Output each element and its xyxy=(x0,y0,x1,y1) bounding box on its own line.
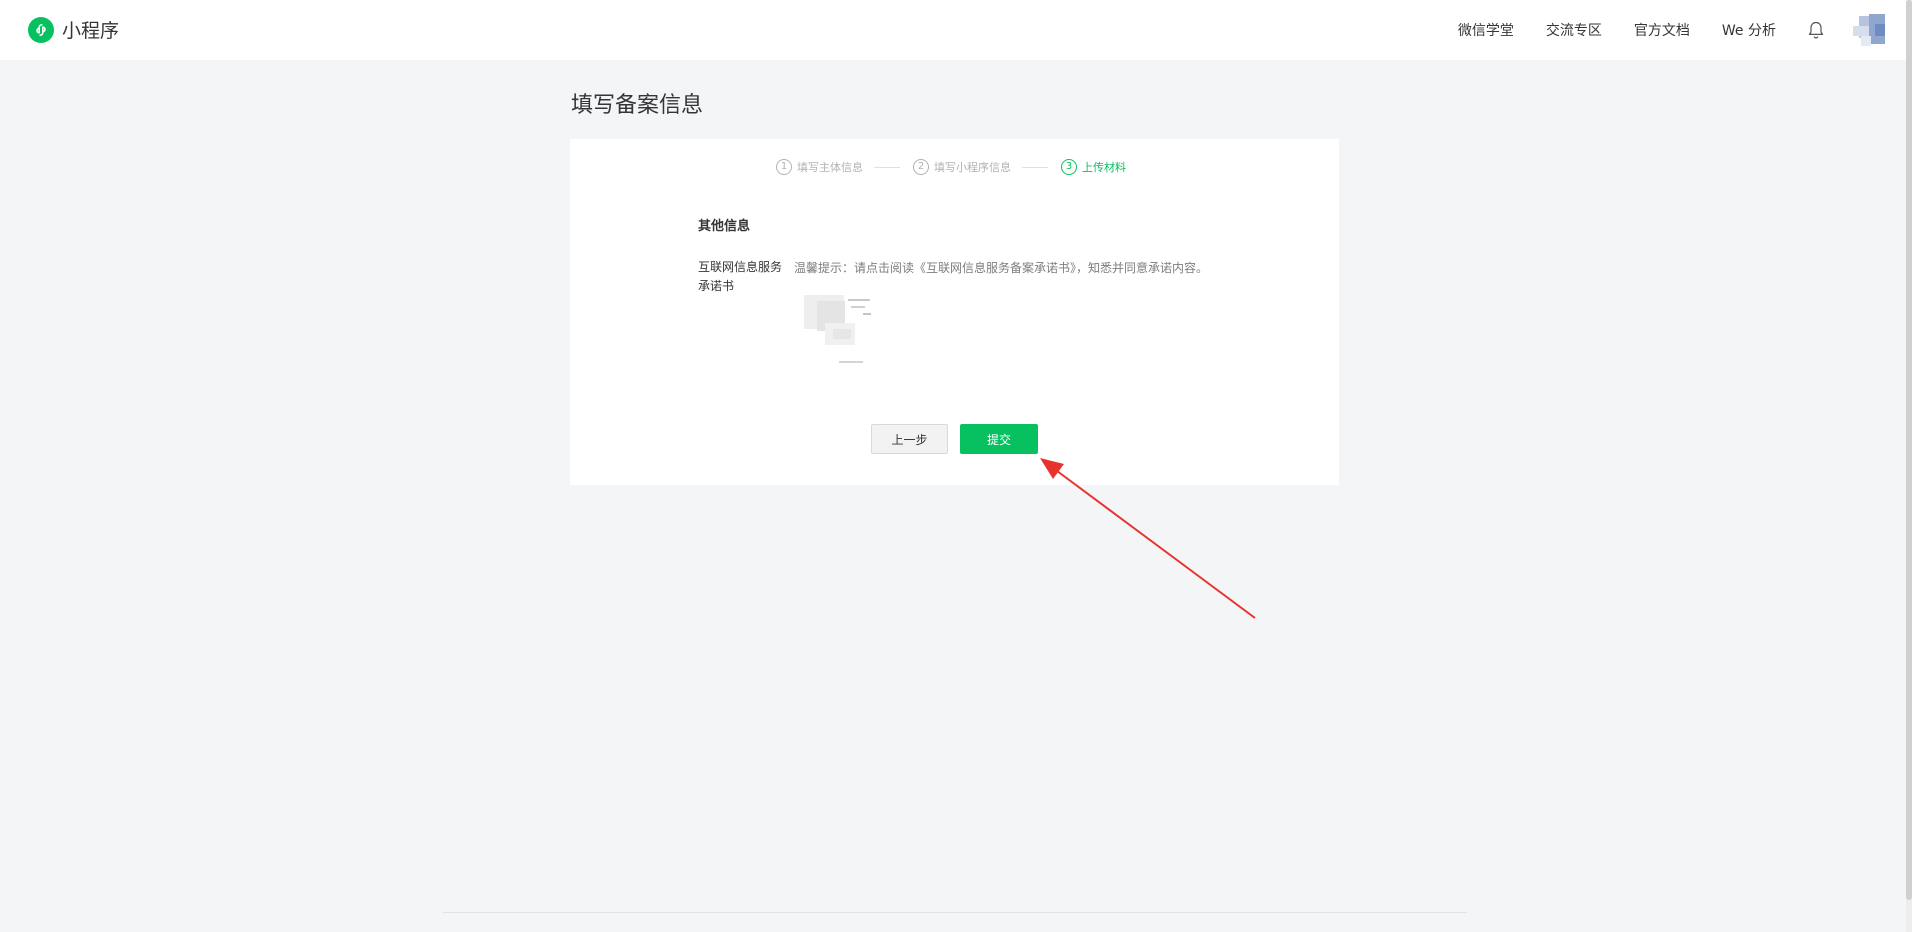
avatar[interactable] xyxy=(1849,14,1887,48)
form-card: 1 填写主体信息 2 填写小程序信息 3 上传材料 其他信息 互联网信息服务承诺… xyxy=(570,139,1339,485)
commitment-document-thumbnail[interactable] xyxy=(803,287,877,369)
top-navbar: 小程序 微信学堂 交流专区 官方文档 We 分析 xyxy=(0,0,1912,60)
step-number: 1 xyxy=(776,159,792,175)
footer-divider xyxy=(443,912,1467,913)
top-nav: 微信学堂 交流专区 官方文档 We 分析 xyxy=(1426,0,1776,60)
previous-step-button[interactable]: 上一步 xyxy=(871,424,948,454)
step-connector xyxy=(874,166,900,168)
scrollbar-thumb[interactable] xyxy=(1906,0,1912,900)
nav-item-wechat-academy[interactable]: 微信学堂 xyxy=(1458,20,1514,40)
nav-item-we-analytics[interactable]: We 分析 xyxy=(1722,20,1776,40)
app-logo[interactable]: 小程序 xyxy=(28,16,119,43)
submit-button[interactable]: 提交 xyxy=(960,424,1038,454)
step-3: 3 上传材料 xyxy=(1061,159,1126,175)
app-title: 小程序 xyxy=(62,20,120,42)
field-label-commitment: 互联网信息服务承诺书 xyxy=(698,260,783,293)
step-number: 3 xyxy=(1061,159,1077,175)
step-label: 填写主体信息 xyxy=(797,161,863,174)
field-hint: 温馨提示：请点击阅读《互联网信息服务备案承诺书》，知悉并同意承诺内容。 xyxy=(794,261,1209,275)
section-title: 其他信息 xyxy=(698,219,751,234)
page-scrollbar[interactable] xyxy=(1906,0,1912,932)
step-label: 填写小程序信息 xyxy=(934,161,1011,174)
nav-item-official-docs[interactable]: 官方文档 xyxy=(1634,20,1690,40)
step-indicator: 1 填写主体信息 2 填写小程序信息 3 上传材料 xyxy=(776,158,1126,176)
nav-item-community[interactable]: 交流专区 xyxy=(1546,20,1602,40)
page-title: 填写备案信息 xyxy=(571,93,704,118)
step-2: 2 填写小程序信息 xyxy=(913,159,1011,175)
step-connector xyxy=(1022,166,1048,168)
step-label: 上传材料 xyxy=(1082,161,1126,174)
mini-program-logo-icon xyxy=(28,16,54,43)
bell-icon[interactable] xyxy=(1806,19,1826,41)
step-1: 1 填写主体信息 xyxy=(776,159,863,175)
step-number: 2 xyxy=(913,159,929,175)
